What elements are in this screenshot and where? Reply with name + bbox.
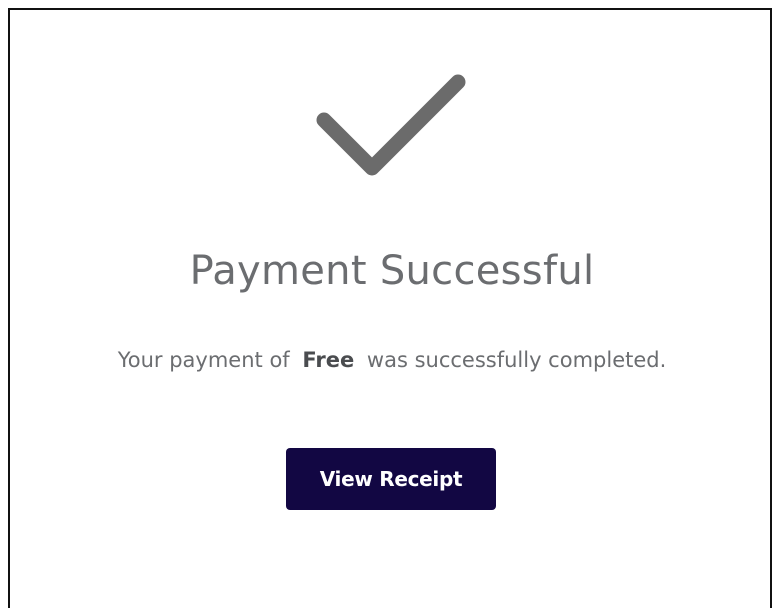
checkmark-icon [316, 74, 466, 176]
payment-amount: Free [302, 348, 355, 372]
payment-success-panel: Payment Successful Your payment of Free … [8, 8, 772, 608]
payment-message: Your payment of Free was successfully co… [10, 348, 774, 372]
view-receipt-button[interactable]: View Receipt [286, 448, 496, 510]
page-title: Payment Successful [189, 248, 595, 294]
message-suffix: was successfully completed. [366, 348, 667, 372]
message-prefix: Your payment of [117, 348, 290, 372]
